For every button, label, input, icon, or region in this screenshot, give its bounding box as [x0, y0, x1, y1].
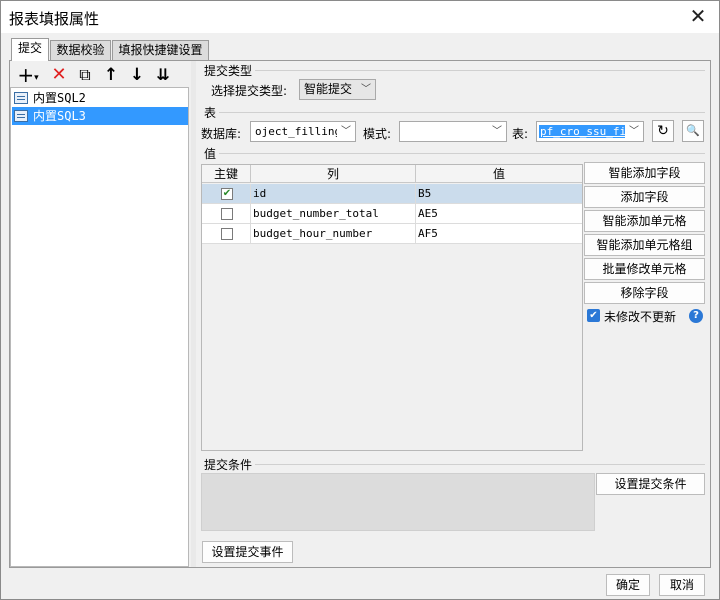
- table-row[interactable]: budget_hour_number AF5: [202, 224, 582, 244]
- tree-item-label: 内置SQL2: [33, 91, 86, 105]
- value-cell[interactable]: AF5: [416, 224, 582, 244]
- ok-button[interactable]: 确定: [606, 574, 650, 596]
- sql-tree: 内置SQL2 内置SQL3: [10, 87, 189, 567]
- key-cell: [202, 204, 251, 224]
- column-cell[interactable]: budget_number_total: [251, 204, 416, 224]
- smart-add-field-button[interactable]: 智能添加字段: [584, 162, 705, 184]
- table-name-label: 表:: [512, 127, 529, 141]
- refresh-icon: ↻: [657, 123, 669, 139]
- table-row[interactable]: budget_number_total AE5: [202, 204, 582, 224]
- no-update-checkbox[interactable]: ✔: [587, 309, 600, 322]
- batch-modify-cell-button[interactable]: 批量修改单元格: [584, 258, 705, 280]
- dialog-title: 报表填报属性: [9, 10, 100, 28]
- values-section-label: 值: [204, 147, 217, 161]
- condition-display: [201, 473, 595, 531]
- submit-type-field-label: 选择提交类型:: [211, 84, 288, 98]
- close-icon[interactable]: ✕: [685, 5, 711, 29]
- preview-button[interactable]: 🔍: [682, 120, 704, 142]
- submit-type-value: 智能提交: [304, 82, 353, 96]
- key-checkbox[interactable]: ✔: [221, 188, 233, 200]
- refresh-button[interactable]: ↻: [652, 120, 674, 142]
- table-icon: [14, 110, 28, 122]
- chevron-down-icon: ﹀: [488, 122, 506, 141]
- table-name-select[interactable]: pf_cro_ssu_fin ﹀: [536, 121, 644, 142]
- chevron-down-icon: ▾: [34, 73, 39, 83]
- column-header-column: 列: [251, 165, 416, 183]
- value-cell[interactable]: B5: [416, 184, 582, 204]
- divider: [219, 112, 705, 113]
- smart-add-cell-group-button[interactable]: 智能添加单元格组: [584, 234, 705, 256]
- tab-submit[interactable]: 提交: [11, 38, 49, 61]
- tree-item-sql3[interactable]: 内置SQL3: [12, 107, 188, 125]
- chevron-down-icon: ﹀: [357, 80, 375, 99]
- smart-add-cell-button[interactable]: 智能添加单元格: [584, 210, 705, 232]
- delete-icon[interactable]: ✕: [49, 65, 69, 85]
- table-name-value: pf_cro_ssu_fin: [539, 125, 634, 138]
- search-icon: 🔍: [686, 124, 700, 137]
- set-submit-event-button[interactable]: 设置提交事件: [202, 541, 293, 563]
- table-header: 主键 列 值: [202, 165, 582, 183]
- title-bar: 报表填报属性 ✕: [1, 1, 719, 33]
- move-down-icon[interactable]: ↓: [127, 65, 147, 85]
- key-cell: [202, 224, 251, 244]
- condition-section-label: 提交条件: [204, 458, 253, 472]
- tab-fill-shortcut-settings[interactable]: 填报快捷键设置: [112, 40, 209, 61]
- tree-item-sql2[interactable]: 内置SQL2: [12, 89, 188, 107]
- copy-icon[interactable]: ⧉: [75, 65, 95, 85]
- database-select[interactable]: oject_filling ﹀: [250, 121, 356, 142]
- divider: [219, 153, 705, 154]
- remove-field-button[interactable]: 移除字段: [584, 282, 705, 304]
- schema-select[interactable]: ﹀: [399, 121, 507, 142]
- sort-icon[interactable]: ⇊: [153, 65, 173, 85]
- no-update-label: 未修改不更新: [604, 310, 677, 324]
- submit-type-section-label: 提交类型: [204, 64, 253, 78]
- table-row[interactable]: ✔ id B5: [202, 184, 582, 204]
- table-icon: [14, 92, 28, 104]
- key-cell: ✔: [202, 184, 251, 204]
- splitter-handle[interactable]: [191, 61, 196, 567]
- tab-data-validation[interactable]: 数据校验: [50, 40, 111, 61]
- column-header-value: 值: [492, 167, 505, 181]
- set-condition-button[interactable]: 设置提交条件: [596, 473, 705, 495]
- help-icon[interactable]: ?: [689, 309, 703, 323]
- add-field-button[interactable]: 添加字段: [584, 186, 705, 208]
- chevron-down-icon: ﹀: [337, 122, 355, 141]
- column-cell[interactable]: id: [251, 184, 416, 204]
- submit-type-select[interactable]: 智能提交 ﹀: [299, 79, 376, 100]
- tree-item-label: 内置SQL3: [33, 109, 86, 123]
- value-cell[interactable]: AE5: [416, 204, 582, 224]
- values-table: 主键 列 值 ✔ id B5 budget_number_total AE5 b…: [201, 164, 583, 451]
- database-label: 数据库:: [201, 127, 242, 141]
- column-cell[interactable]: budget_hour_number: [251, 224, 416, 244]
- move-up-icon[interactable]: ↑: [101, 65, 121, 85]
- divider: [255, 70, 705, 71]
- key-checkbox[interactable]: [221, 208, 233, 220]
- report-fill-properties-dialog: 报表填报属性 ✕ 提交 数据校验 填报快捷键设置 +▾ ✕ ⧉ ↑ ↓ ⇊ 内置…: [0, 0, 720, 600]
- key-checkbox[interactable]: [221, 228, 233, 240]
- cancel-button[interactable]: 取消: [659, 574, 705, 596]
- column-header-key: 主键: [202, 165, 251, 183]
- plus-dropdown-icon[interactable]: +▾: [15, 65, 41, 85]
- database-value: oject_filling: [255, 125, 342, 138]
- chevron-down-icon: ﹀: [625, 122, 643, 141]
- schema-label: 模式:: [363, 127, 392, 141]
- table-section-label: 表: [204, 106, 217, 120]
- divider: [255, 464, 705, 465]
